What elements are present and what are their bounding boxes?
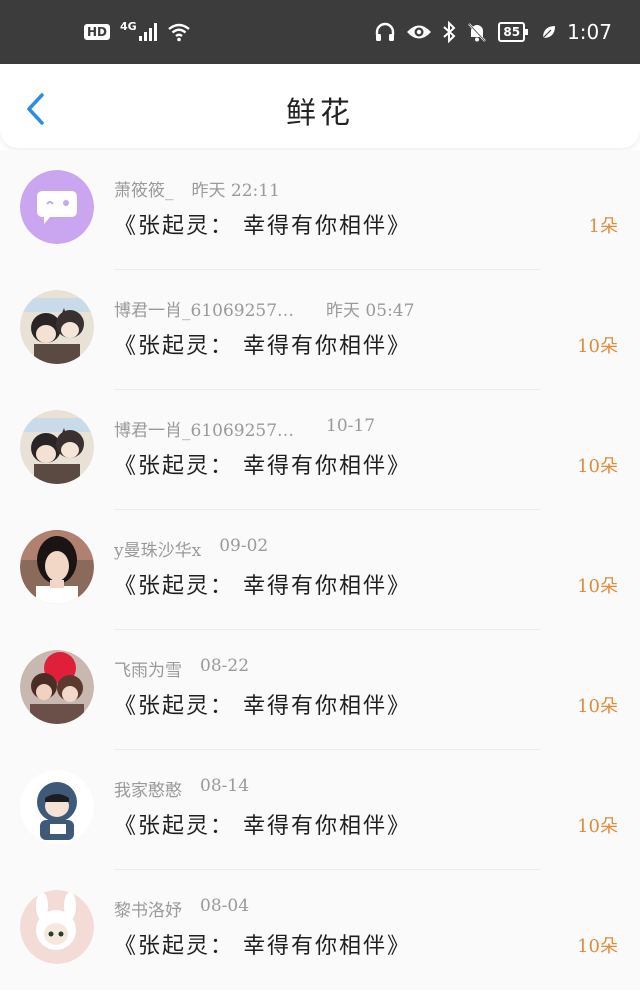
flower-count: 10朵 <box>577 336 618 357</box>
book-title[interactable]: 《张起灵： 幸得有你相伴》 <box>114 208 411 240</box>
flower-count: 1朵 <box>588 216 618 237</box>
username[interactable]: 博君一肖_61069257… <box>114 416 294 441</box>
list-item[interactable]: 博君一肖_61069257… 昨天 05:47 《张起灵： 幸得有你相伴》 10… <box>0 270 640 390</box>
signal-icon <box>138 23 157 41</box>
timestamp: 08-22 <box>200 656 250 676</box>
username[interactable]: 博君一肖_61069257… <box>114 296 294 321</box>
list-item[interactable]: 萧筱筱_ 昨天 22:11 《张起灵： 幸得有你相伴》 1朵 <box>0 150 640 270</box>
book-title[interactable]: 《张起灵： 幸得有你相伴》 <box>114 808 411 840</box>
flower-count: 10朵 <box>577 816 618 837</box>
item-meta: 我家憨憨 08-14 <box>114 776 249 801</box>
item-meta: 博君一肖_61069257… 昨天 05:47 <box>114 296 414 321</box>
item-meta: 黎书洛妤 08-04 <box>114 896 249 921</box>
status-bar: HD 4G 85 1:07 <box>0 0 640 64</box>
timestamp: 10-17 <box>326 416 376 436</box>
username[interactable]: 飞雨为雪 <box>114 656 182 681</box>
book-title[interactable]: 《张起灵： 幸得有你相伴》 <box>114 568 411 600</box>
list-item[interactable]: y曼珠沙华x 09-02 《张起灵： 幸得有你相伴》 10朵 <box>0 510 640 630</box>
book-title[interactable]: 《张起灵： 幸得有你相伴》 <box>114 448 411 480</box>
hd-badge: HD <box>84 24 111 40</box>
bluetooth-icon <box>443 21 456 43</box>
mute-bell-icon <box>468 23 487 42</box>
flower-count: 10朵 <box>577 456 618 477</box>
timestamp: 昨天 05:47 <box>326 301 415 321</box>
book-title[interactable]: 《张起灵： 幸得有你相伴》 <box>114 688 411 720</box>
anime-duo-avatar[interactable] <box>20 410 94 484</box>
leaf-icon <box>542 26 556 39</box>
item-meta: 博君一肖_61069257… 10-17 <box>114 416 375 441</box>
timestamp: 09-02 <box>219 536 269 556</box>
list-item[interactable]: 博君一肖_61069257… 10-17 《张起灵： 幸得有你相伴》 10朵 <box>0 390 640 510</box>
list-item[interactable]: 我家憨憨 08-14 《张起灵： 幸得有你相伴》 10朵 <box>0 750 640 870</box>
chat-bubble-avatar[interactable] <box>20 170 94 244</box>
flower-record-list: 萧筱筱_ 昨天 22:11 《张起灵： 幸得有你相伴》 1朵 博君一肖_6106… <box>0 150 640 990</box>
wifi-icon <box>167 23 190 42</box>
photo-girl-avatar[interactable] <box>20 530 94 604</box>
book-title[interactable]: 《张起灵： 幸得有你相伴》 <box>114 328 411 360</box>
header: 鲜花 <box>0 64 640 148</box>
timestamp: 08-04 <box>200 896 250 916</box>
item-meta: y曼珠沙华x 09-02 <box>114 536 268 561</box>
flower-count: 10朵 <box>577 696 618 717</box>
flower-count: 10朵 <box>577 936 618 957</box>
clock: 1:07 <box>567 20 612 44</box>
hooded-boy-avatar[interactable] <box>20 770 94 844</box>
book-title[interactable]: 《张起灵： 幸得有你相伴》 <box>114 928 411 960</box>
timestamp: 昨天 22:11 <box>191 181 280 201</box>
username[interactable]: 萧筱筱_ <box>114 176 174 201</box>
network-type: 4G <box>120 19 137 33</box>
flower-count: 10朵 <box>577 576 618 597</box>
anime-couple-avatar[interactable] <box>20 650 94 724</box>
status-right: 85 1:07 <box>374 20 612 44</box>
username[interactable]: 我家憨憨 <box>114 776 182 801</box>
headphones-icon <box>376 22 395 41</box>
page-title: 鲜花 <box>286 96 354 131</box>
list-item[interactable]: 黎书洛妤 08-04 《张起灵： 幸得有你相伴》 10朵 <box>0 870 640 990</box>
anime-duo-avatar[interactable] <box>20 290 94 364</box>
item-meta: 飞雨为雪 08-22 <box>114 656 249 681</box>
timestamp: 08-14 <box>200 776 250 796</box>
username[interactable]: 黎书洛妤 <box>114 896 182 921</box>
eye-icon <box>407 25 432 39</box>
list-item[interactable]: 飞雨为雪 08-22 《张起灵： 幸得有你相伴》 10朵 <box>0 630 640 750</box>
bunny-hood-avatar[interactable] <box>20 890 94 964</box>
item-meta: 萧筱筱_ 昨天 22:11 <box>114 176 280 201</box>
username[interactable]: y曼珠沙华x <box>114 536 201 561</box>
battery-indicator: 85 <box>498 22 528 42</box>
status-left: HD 4G <box>84 19 191 42</box>
